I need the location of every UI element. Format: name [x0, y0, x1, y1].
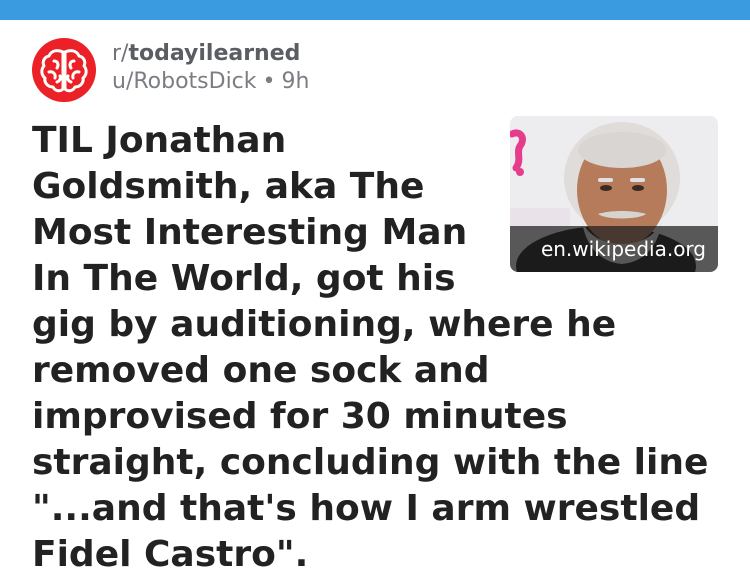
link-thumbnail[interactable]: en.wikipedia.org [510, 116, 718, 272]
byline: u/RobotsDick • 9h [112, 68, 309, 96]
subreddit-name: todayilearned [128, 41, 301, 66]
separator-dot: • [262, 69, 276, 94]
subreddit-avatar[interactable] [32, 38, 96, 102]
post-meta: r/todayilearned u/RobotsDick • 9h [112, 40, 309, 96]
brain-icon [40, 49, 88, 93]
post-age: 9h [281, 69, 310, 94]
subreddit-prefix: r/ [112, 41, 129, 66]
subreddit-link[interactable]: r/todayilearned [112, 40, 309, 68]
author-link[interactable]: u/RobotsDick [112, 69, 257, 94]
top-status-bar [0, 0, 750, 20]
link-domain: en.wikipedia.org [510, 226, 718, 272]
